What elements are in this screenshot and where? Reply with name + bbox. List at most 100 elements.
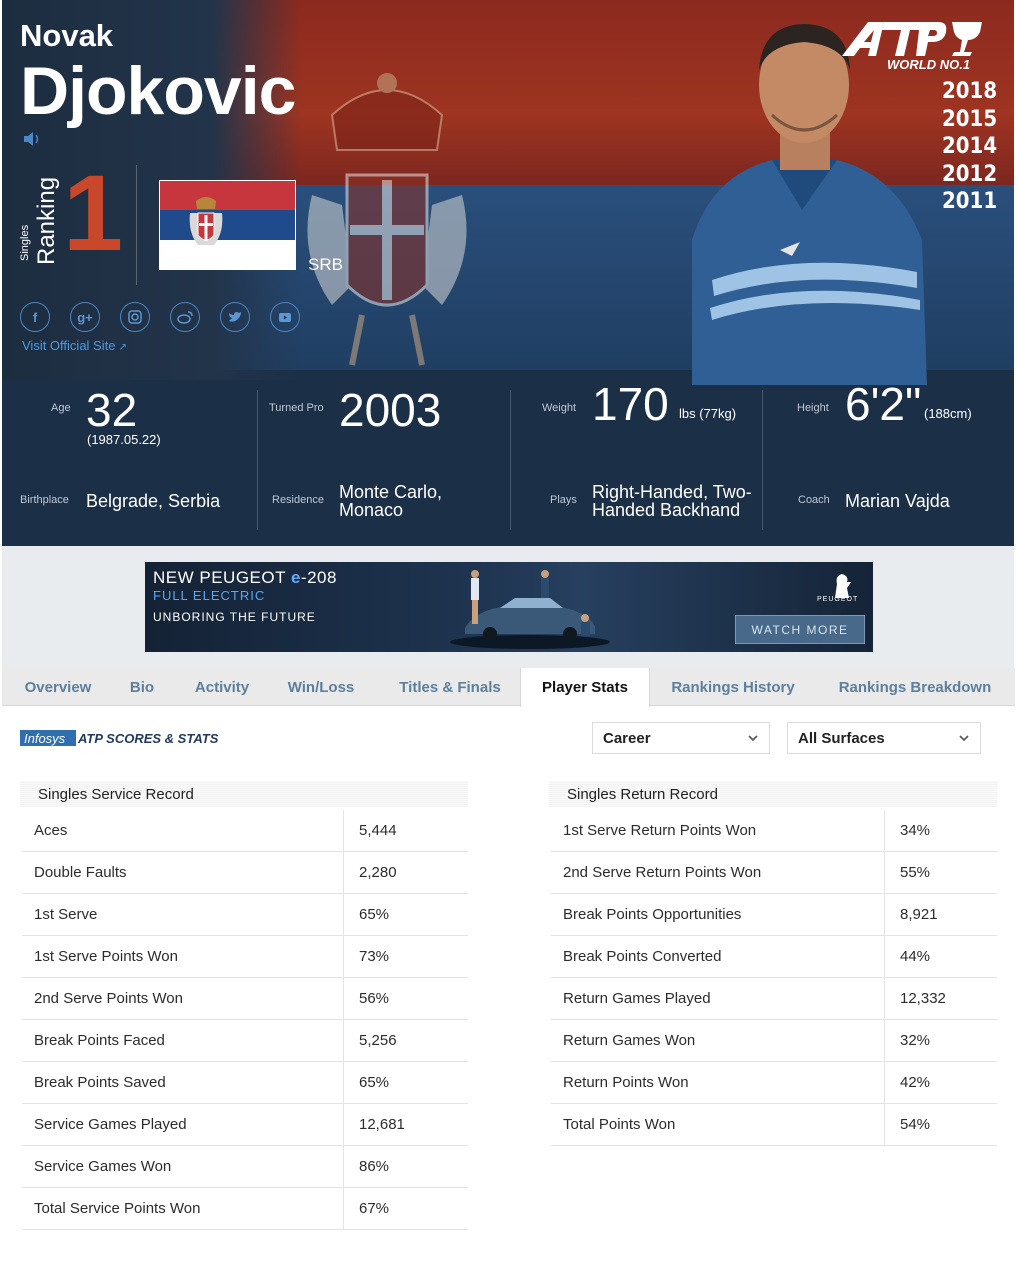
tab-overview[interactable]: Overview [10,668,106,706]
stat-value: 55% [900,864,931,881]
period-select[interactable]: Career [592,722,770,754]
google-plus-icon[interactable]: g+ [70,302,100,332]
stat-value: 44% [900,948,931,965]
watch-more-button[interactable]: WATCH MORE [735,615,865,644]
table-row: Service Games Played 12,681 [22,1104,468,1146]
return-record-table: 1st Serve Return Points Won 34% 2nd Serve… [551,810,997,1146]
ad-subtitle: FULL ELECTRIC [153,588,266,603]
ad-title-suffix: -208 [300,568,337,587]
world-no1-label: WORLD NO.1 [887,57,971,72]
stat-label: Break Points Saved [34,1074,166,1091]
country-code: SRB [308,255,343,274]
weight-value: 170 [592,378,669,430]
table-row: Return Points Won 42% [551,1062,997,1104]
stat-value: 32% [900,1032,931,1049]
stat-value: 65% [359,906,390,923]
stat-label: Double Faults [34,864,127,881]
stat-value: 54% [900,1116,931,1133]
stat-label: Total Service Points Won [34,1200,201,1217]
stat-value: 5,256 [359,1032,397,1049]
turned-pro-label: Turned Pro [269,402,324,414]
stat-label: Service Games Won [34,1158,172,1175]
ad-brand: PEUGEOT [817,596,859,603]
residence-label: Residence [272,494,324,506]
twitter-icon[interactable] [220,302,250,332]
year-item: 2014 [942,134,998,159]
table-row: Aces 5,444 [22,810,468,852]
player-last-name: Djokovic [20,53,296,129]
coach-label: Coach [798,494,830,506]
peugeot-ad-banner[interactable]: NEW PEUGEOT e-208 FULL ELECTRIC UNBORING… [145,562,873,652]
table-row: 1st Serve 65% [22,894,468,936]
year-item: 2011 [942,189,998,214]
atp-logo [842,22,982,56]
table-row: Break Points Faced 5,256 [22,1020,468,1062]
stat-label: Service Games Played [34,1116,187,1133]
instagram-icon[interactable] [120,302,150,332]
table-row: 2nd Serve Return Points Won 55% [551,852,997,894]
car-with-players-image [450,570,610,649]
stat-label: Break Points Opportunities [563,906,742,923]
stat-label: Return Points Won [563,1074,689,1091]
tab-bio[interactable]: Bio [114,668,170,706]
stat-value: 12,681 [359,1116,405,1133]
ranking-number: 1 [63,152,124,273]
stat-label: 1st Serve Return Points Won [563,822,757,839]
player-hero: Novak Djokovic Singles Ranking 1 SRB f g… [2,0,1014,546]
world-no1-years: 2018 2015 2014 2012 2011 [942,78,997,216]
table-row: Total Points Won 54% [551,1104,997,1146]
divider [257,390,258,530]
tab-activity[interactable]: Activity [177,668,267,706]
table-row: Break Points Opportunities 8,921 [551,894,997,936]
table-row: 1st Serve Points Won 73% [22,936,468,978]
return-record-header: Singles Return Record [549,781,997,807]
ranking-label: Ranking [33,176,60,265]
divider [510,390,511,530]
visit-official-site-link[interactable]: Visit Official Site ↗ [22,338,127,353]
svg-text:Infosys: Infosys [24,731,66,746]
stat-label: Aces [34,822,68,839]
chevron-down-icon [959,735,969,742]
tab-player-stats[interactable]: Player Stats [520,668,650,707]
service-record-table: Aces 5,444 Double Faults 2,280 1st Serve 65… [22,810,468,1230]
tab-rankings-history[interactable]: Rankings History [657,668,809,706]
infosys-atp-scores-stats-logo: Infosys ATP SCORES & STATS [20,730,219,746]
external-link-icon: ↗ [118,342,127,353]
stat-value: 67% [359,1200,390,1217]
country-flag [159,180,296,270]
birthplace-label: Birthplace [20,494,69,506]
tab-win-loss[interactable]: Win/Loss [272,668,370,706]
ad-title-prefix: NEW PEUGEOT [153,568,291,587]
stat-value: 5,444 [359,822,397,839]
stat-label: 2nd Serve Return Points Won [563,864,762,881]
year-item: 2012 [942,161,998,187]
stat-value: 12,332 [900,990,946,1007]
youtube-icon[interactable] [270,302,300,332]
weibo-icon[interactable] [170,302,200,332]
plays-line-1: Right-Handed, Two- [592,482,752,502]
height-label: Height [797,402,829,414]
stat-value: 8,921 [900,906,938,923]
ranking-box: Singles Ranking 1 [17,159,137,285]
stat-label: Return Games Won [563,1032,696,1049]
stat-value: 2,280 [359,864,397,881]
weight-unit: lbs (77kg) [679,406,737,421]
birthplace-value: Belgrade, Serbia [86,491,221,511]
surface-select[interactable]: All Surfaces [787,722,981,754]
ad-title-e: e [290,568,301,587]
weight-label: Weight [542,402,577,414]
table-row: Service Games Won 86% [22,1146,468,1188]
plays-line-2: Handed Backhand [592,500,741,520]
table-row: Total Service Points Won 67% [22,1188,468,1230]
table-row: Break Points Saved 65% [22,1062,468,1104]
divider [762,390,763,530]
surface-select-value: All Surfaces [798,729,885,747]
tab-rankings-breakdown[interactable]: Rankings Breakdown [817,668,1013,706]
period-select-value: Career [603,729,651,747]
tab-titles-finals[interactable]: Titles & Finals [380,668,520,706]
table-row: Return Games Played 12,332 [551,978,997,1020]
table-row: 1st Serve Return Points Won 34% [551,810,997,852]
pronunciation-speaker-icon[interactable] [22,130,42,148]
facebook-icon[interactable]: f [20,302,50,332]
stat-label: Break Points Faced [34,1032,165,1049]
